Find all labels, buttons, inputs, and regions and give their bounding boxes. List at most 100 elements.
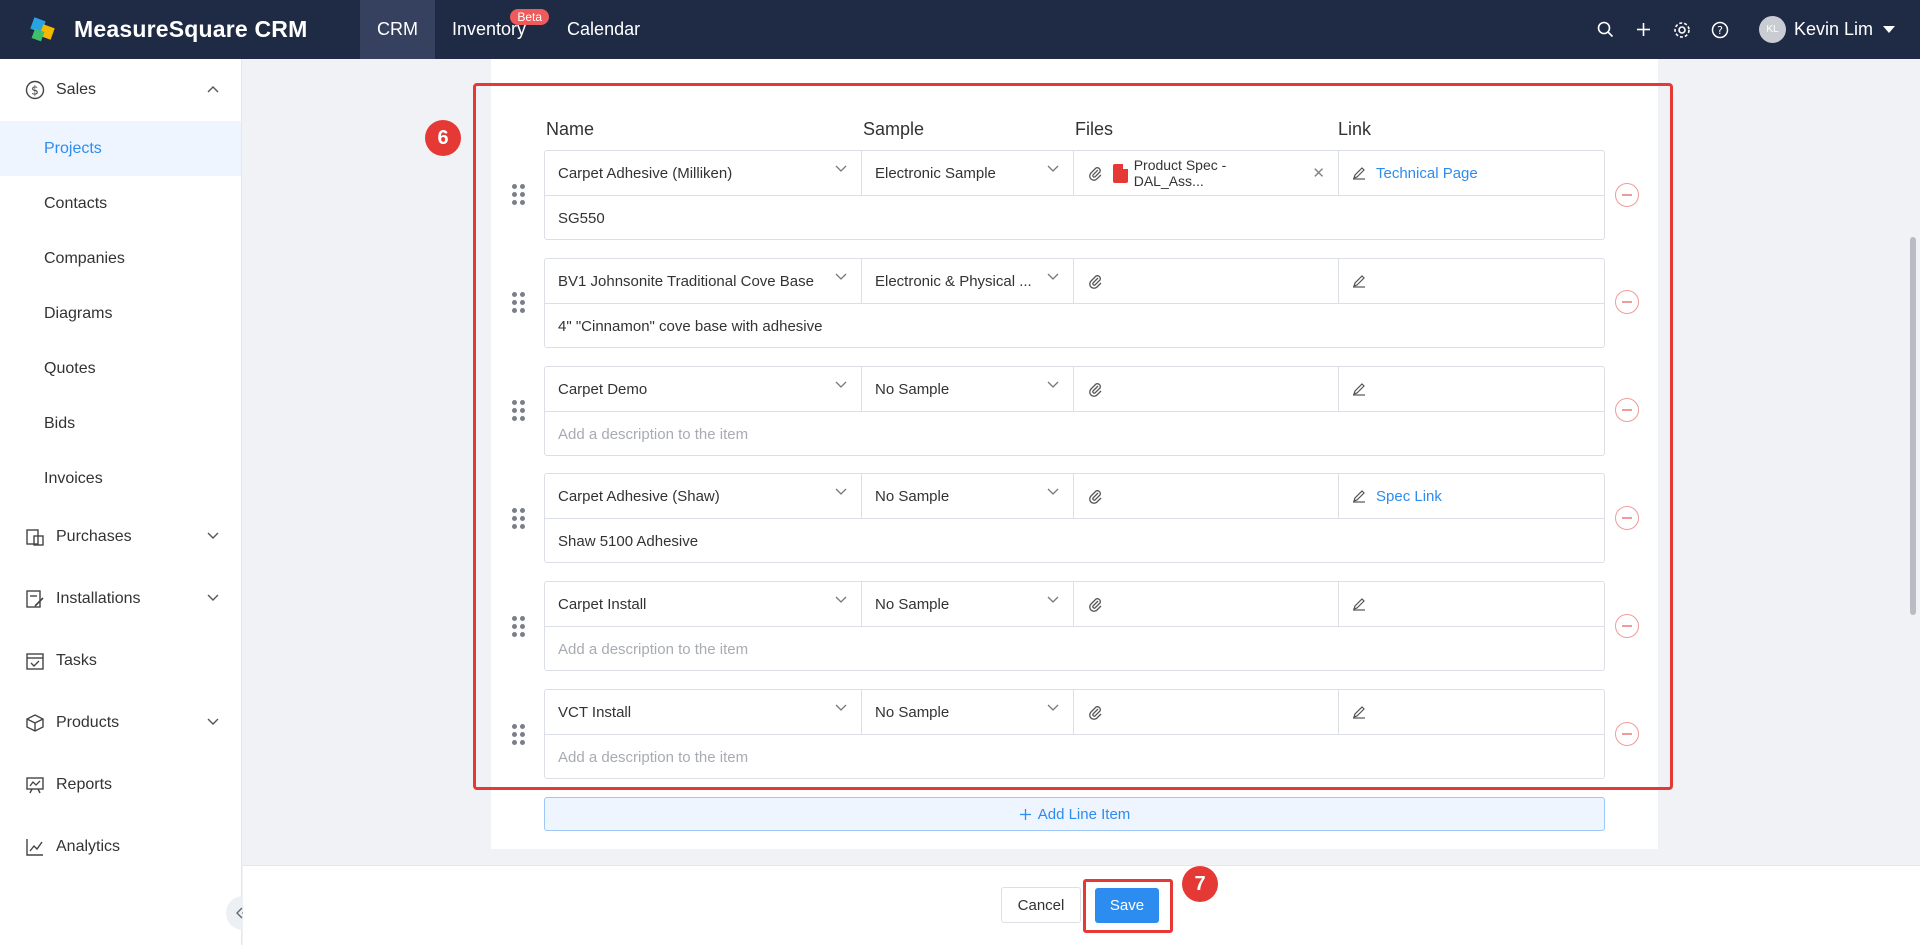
- item-name-value: Carpet Adhesive (Milliken): [558, 164, 733, 182]
- paperclip-icon[interactable]: [1087, 596, 1103, 612]
- item-name-select[interactable]: Carpet Adhesive (Milliken): [545, 151, 862, 195]
- sidebar-item-invoices[interactable]: Invoices: [0, 451, 241, 506]
- sidebar-item-diagrams[interactable]: Diagrams: [0, 286, 241, 341]
- item-name-select[interactable]: VCT Install: [545, 690, 862, 734]
- user-menu[interactable]: KL Kevin Lim: [1758, 16, 1895, 43]
- plus-icon: [1019, 808, 1031, 820]
- add-line-item-button[interactable]: Add Line Item: [544, 797, 1605, 831]
- drag-handle-icon[interactable]: [512, 724, 526, 746]
- remove-item-button[interactable]: [1615, 722, 1639, 746]
- item-link-cell[interactable]: Technical Page: [1339, 151, 1604, 195]
- chevron-up-icon: [207, 86, 219, 93]
- edit-icon[interactable]: [1352, 274, 1366, 288]
- item-name-select[interactable]: BV1 Johnsonite Traditional Cove Base: [545, 259, 862, 303]
- item-sample-select[interactable]: No Sample: [862, 690, 1074, 734]
- add-line-item-label: Add Line Item: [1037, 805, 1131, 823]
- sidebar-group-tasks[interactable]: Tasks: [0, 630, 241, 692]
- remove-item-button[interactable]: [1615, 506, 1639, 530]
- sidebar-item-projects[interactable]: Projects: [0, 121, 241, 176]
- column-header-files: Files: [1075, 119, 1114, 139]
- item-description-input[interactable]: Shaw 5100 Adhesive: [545, 519, 1604, 563]
- paperclip-icon[interactable]: [1087, 273, 1103, 289]
- nav-crm[interactable]: CRM: [360, 0, 435, 59]
- sidebar-item-bids[interactable]: Bids: [0, 396, 241, 451]
- help-icon[interactable]: ?: [1701, 11, 1739, 49]
- item-sample-value: Electronic & Physical ...: [875, 272, 1032, 290]
- sidebar-item-contacts[interactable]: Contacts: [0, 176, 241, 231]
- paperclip-icon[interactable]: [1087, 704, 1103, 720]
- item-name-select[interactable]: Carpet Install: [545, 582, 862, 626]
- avatar: KL: [1758, 16, 1786, 43]
- item-sample-value: No Sample: [875, 595, 950, 613]
- item-link-cell[interactable]: Spec Link: [1339, 474, 1604, 518]
- chevron-down-icon: [1047, 381, 1059, 388]
- edit-icon[interactable]: [1352, 166, 1366, 180]
- item-description-input[interactable]: SG550: [545, 196, 1604, 240]
- item-description-input[interactable]: Add a description to the item: [545, 627, 1604, 671]
- item-name-select[interactable]: Carpet Demo: [545, 367, 862, 411]
- edit-icon[interactable]: [1352, 705, 1366, 719]
- item-name-select[interactable]: Carpet Adhesive (Shaw): [545, 474, 862, 518]
- remove-item-button[interactable]: [1615, 398, 1639, 422]
- app-logo[interactable]: MeasureSquare CRM: [0, 16, 360, 43]
- remove-file-icon[interactable]: ✕: [1312, 164, 1325, 182]
- nav-calendar[interactable]: Calendar: [543, 0, 657, 59]
- item-description-input[interactable]: 4" "Cinnamon" cove base with adhesive: [545, 304, 1604, 348]
- sidebar-group-reports[interactable]: Reports: [0, 754, 241, 816]
- paperclip-icon[interactable]: [1087, 488, 1103, 504]
- gear-icon[interactable]: [1663, 11, 1701, 49]
- drag-handle-icon[interactable]: [512, 508, 526, 530]
- sidebar-item-quotes[interactable]: Quotes: [0, 341, 241, 396]
- chevron-down-icon: [835, 596, 847, 603]
- item-sample-select[interactable]: Electronic & Physical ...: [862, 259, 1074, 303]
- pdf-icon: [1112, 163, 1128, 183]
- paperclip-icon[interactable]: [1087, 165, 1103, 181]
- drag-handle-icon[interactable]: [512, 400, 526, 422]
- sidebar-item-label: Diagrams: [44, 304, 113, 322]
- item-link[interactable]: Technical Page: [1376, 165, 1478, 182]
- remove-item-button[interactable]: [1615, 614, 1639, 638]
- sidebar-group-analytics[interactable]: Analytics: [0, 816, 241, 878]
- cancel-button[interactable]: Cancel: [1001, 887, 1081, 923]
- nav-inventory[interactable]: Inventory Beta: [435, 0, 550, 59]
- edit-icon[interactable]: [1352, 382, 1366, 396]
- item-link-cell[interactable]: [1339, 259, 1604, 303]
- item-description-input[interactable]: Add a description to the item: [545, 735, 1604, 779]
- edit-icon[interactable]: [1352, 489, 1366, 503]
- item-link-cell[interactable]: [1339, 582, 1604, 626]
- paperclip-icon[interactable]: [1087, 381, 1103, 397]
- item-sample-select[interactable]: No Sample: [862, 367, 1074, 411]
- item-link[interactable]: Spec Link: [1376, 488, 1442, 505]
- top-actions: ? KL Kevin Lim: [1587, 11, 1920, 49]
- drag-handle-icon[interactable]: [512, 292, 526, 314]
- installations-icon: [24, 588, 46, 610]
- chevron-down-icon: [1047, 596, 1059, 603]
- sidebar-group-label: Purchases: [56, 528, 132, 545]
- sidebar-item-companies[interactable]: Companies: [0, 231, 241, 286]
- remove-item-button[interactable]: [1615, 183, 1639, 207]
- item-sample-select[interactable]: No Sample: [862, 582, 1074, 626]
- item-sample-select[interactable]: No Sample: [862, 474, 1074, 518]
- item-files-cell: Product Spec - DAL_Ass... ✕: [1074, 151, 1339, 195]
- drag-handle-icon[interactable]: [512, 616, 526, 638]
- edit-icon[interactable]: [1352, 597, 1366, 611]
- sidebar-group-purchases[interactable]: Purchases: [0, 506, 241, 568]
- chevron-down-icon: [207, 718, 219, 725]
- scrollbar[interactable]: [1910, 237, 1916, 615]
- item-description-input[interactable]: Add a description to the item: [545, 412, 1604, 456]
- sidebar-group-products[interactable]: Products: [0, 692, 241, 754]
- file-chip[interactable]: Product Spec - DAL_Ass... ✕: [1112, 157, 1325, 189]
- sidebar-group-sales[interactable]: $ Sales: [0, 59, 241, 121]
- search-icon[interactable]: [1587, 11, 1625, 49]
- item-link-cell[interactable]: [1339, 367, 1604, 411]
- sidebar-group-label: Reports: [56, 776, 113, 793]
- analytics-icon: [24, 836, 46, 858]
- item-sample-value: No Sample: [875, 487, 950, 505]
- remove-item-button[interactable]: [1615, 290, 1639, 314]
- plus-icon[interactable]: [1625, 11, 1663, 49]
- item-link-cell[interactable]: [1339, 690, 1604, 734]
- item-sample-select[interactable]: Electronic Sample: [862, 151, 1074, 195]
- drag-handle-icon[interactable]: [512, 184, 526, 206]
- line-item: Carpet Demo No Sample Add a description …: [544, 366, 1605, 456]
- sidebar-group-installations[interactable]: Installations: [0, 568, 241, 630]
